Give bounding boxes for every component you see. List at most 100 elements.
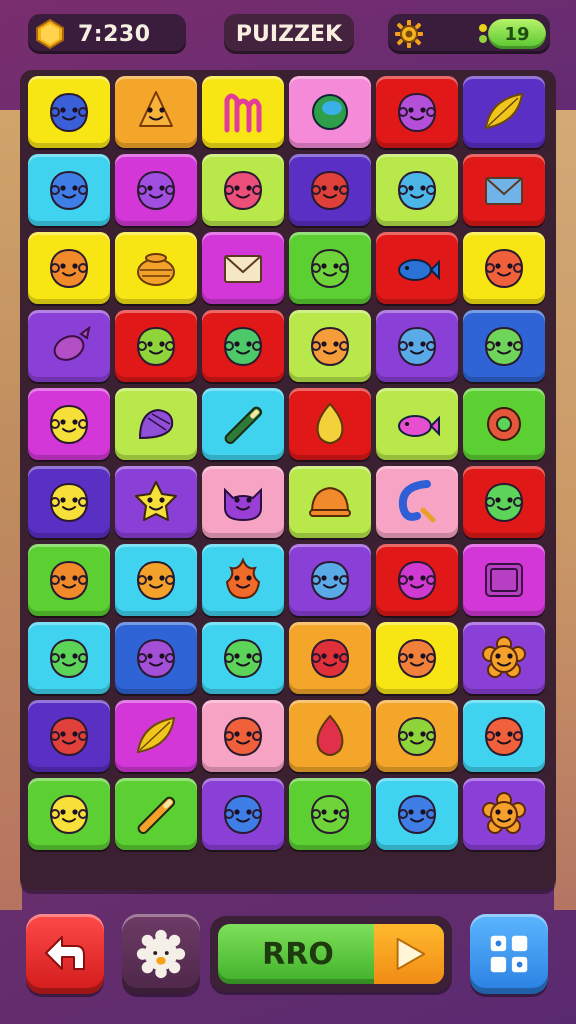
blob-icon (310, 326, 350, 367)
tile-r3-c5[interactable] (376, 232, 458, 304)
tile-r10-c4[interactable] (289, 778, 371, 850)
bolt-icon (479, 24, 487, 43)
screen-icon (485, 563, 523, 597)
tile-r10-c6[interactable] (463, 778, 545, 850)
blob-icon (310, 794, 350, 835)
tile-r7-c3[interactable] (202, 544, 284, 616)
play-control: RRO (210, 916, 452, 992)
tile-r2-c6[interactable] (463, 154, 545, 226)
tile-r4-c1[interactable] (28, 310, 110, 382)
tile-r1-c6[interactable] (463, 76, 545, 148)
tile-r2-c3[interactable] (202, 154, 284, 226)
tile-r5-c3[interactable] (202, 388, 284, 460)
blob-icon (484, 248, 524, 289)
blob-icon (310, 248, 350, 289)
tile-r9-c1[interactable] (28, 700, 110, 772)
tile-r8-c6[interactable] (463, 622, 545, 694)
blob-icon (136, 326, 176, 367)
orb-icon (312, 94, 348, 130)
timer-value: 7:230 (78, 21, 151, 47)
tile-r3-c3[interactable] (202, 232, 284, 304)
tile-r4-c2[interactable] (115, 310, 197, 382)
fox-icon (139, 91, 173, 127)
tile-r6-c6[interactable] (463, 466, 545, 538)
play-arrow-button[interactable] (374, 924, 444, 984)
flower-icon (482, 792, 526, 834)
tile-r8-c3[interactable] (202, 622, 284, 694)
tile-r9-c6[interactable] (463, 700, 545, 772)
cat-icon (224, 487, 262, 522)
settings-button[interactable] (122, 914, 200, 994)
tile-r3-c2[interactable] (115, 232, 197, 304)
tile-r10-c5[interactable] (376, 778, 458, 850)
tile-r5-c2[interactable] (115, 388, 197, 460)
tile-r9-c4[interactable] (289, 700, 371, 772)
tile-r6-c5[interactable] (376, 466, 458, 538)
tile-r1-c2[interactable] (115, 76, 197, 148)
tile-r10-c2[interactable] (115, 778, 197, 850)
blob-icon (223, 170, 263, 211)
tile-r2-c2[interactable] (115, 154, 197, 226)
back-button[interactable] (26, 914, 104, 994)
title-panel: PUIZZEK (224, 14, 354, 54)
tile-r7-c6[interactable] (463, 544, 545, 616)
tile-r7-c4[interactable] (289, 544, 371, 616)
blob-icon (310, 560, 350, 601)
tile-r3-c4[interactable] (289, 232, 371, 304)
tile-r5-c4[interactable] (289, 388, 371, 460)
tile-r4-c6[interactable] (463, 310, 545, 382)
blob-icon (49, 794, 89, 835)
tile-r3-c6[interactable] (463, 232, 545, 304)
candy-icon (53, 325, 91, 361)
blob-icon (49, 248, 89, 289)
gear-icon (136, 929, 186, 979)
tile-r4-c4[interactable] (289, 310, 371, 382)
back-arrow-icon (45, 936, 85, 970)
fish-icon (398, 415, 440, 437)
tile-r8-c5[interactable] (376, 622, 458, 694)
tile-r8-c1[interactable] (28, 622, 110, 694)
envelope-icon (224, 255, 262, 283)
play-button[interactable]: RRO (218, 924, 444, 984)
blob-icon (397, 716, 437, 757)
tile-r2-c5[interactable] (376, 154, 458, 226)
flame-icon (225, 557, 261, 600)
tile-r6-c2[interactable] (115, 466, 197, 538)
blob-icon (136, 170, 176, 211)
tile-r9-c5[interactable] (376, 700, 458, 772)
leaf-icon (484, 92, 524, 130)
tile-r1-c5[interactable] (376, 76, 458, 148)
tile-r10-c1[interactable] (28, 778, 110, 850)
tile-r9-c2[interactable] (115, 700, 197, 772)
mitt-icon (138, 408, 174, 440)
tile-r8-c2[interactable] (115, 622, 197, 694)
tile-r4-c5[interactable] (376, 310, 458, 382)
tile-r5-c5[interactable] (376, 388, 458, 460)
tile-r3-c1[interactable] (28, 232, 110, 304)
blob-icon (397, 170, 437, 211)
tile-r5-c1[interactable] (28, 388, 110, 460)
tile-r10-c3[interactable] (202, 778, 284, 850)
tile-r4-c3[interactable] (202, 310, 284, 382)
tile-r7-c5[interactable] (376, 544, 458, 616)
tile-r9-c3[interactable] (202, 700, 284, 772)
blob-icon (136, 560, 176, 601)
tile-r7-c2[interactable] (115, 544, 197, 616)
stick-icon (224, 406, 263, 445)
menu-button[interactable] (470, 914, 548, 994)
tile-r2-c4[interactable] (289, 154, 371, 226)
letter-icon (224, 93, 262, 133)
game-title: PUIZZEK (235, 21, 343, 47)
timer-panel: 7:230 (28, 14, 186, 54)
tile-r1-c3[interactable] (202, 76, 284, 148)
tile-r1-c4[interactable] (289, 76, 371, 148)
tile-r7-c1[interactable] (28, 544, 110, 616)
tile-r8-c4[interactable] (289, 622, 371, 694)
tile-r5-c6[interactable] (463, 388, 545, 460)
tile-r6-c3[interactable] (202, 466, 284, 538)
tile-r1-c1[interactable] (28, 76, 110, 148)
pot-icon (137, 253, 175, 286)
tile-r6-c1[interactable] (28, 466, 110, 538)
tile-r6-c4[interactable] (289, 466, 371, 538)
tile-r2-c1[interactable] (28, 154, 110, 226)
